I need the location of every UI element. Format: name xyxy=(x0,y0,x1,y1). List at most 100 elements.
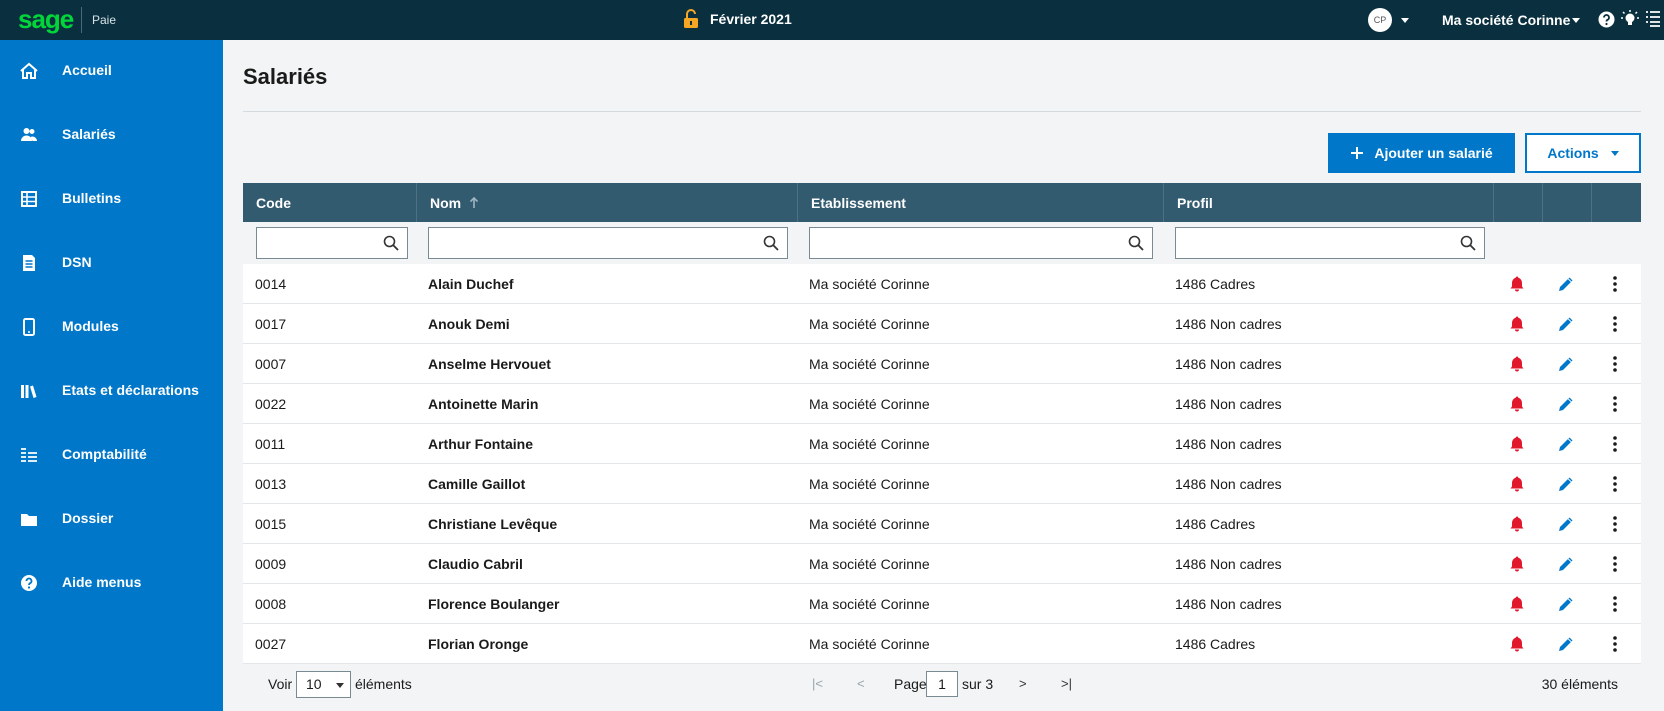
column-header-nom[interactable]: Nom xyxy=(417,183,798,222)
table-row[interactable]: 0014 Alain Duchef Ma société Corinne 1486 C… xyxy=(243,264,1641,304)
pencil-icon[interactable] xyxy=(1556,434,1576,454)
table-row[interactable]: 0017 Anouk Demi Ma société Corinne 1486 Non… xyxy=(243,304,1641,344)
sidebar-item-salaries[interactable]: Salariés xyxy=(0,114,223,154)
users-icon xyxy=(21,128,37,141)
page-size-select[interactable]: 10 xyxy=(296,671,351,698)
more-vertical-icon[interactable] xyxy=(1605,634,1625,654)
more-vertical-icon[interactable] xyxy=(1605,314,1625,334)
pencil-icon[interactable] xyxy=(1556,514,1576,534)
bell-icon[interactable] xyxy=(1507,274,1527,294)
last-page-button[interactable]: >| xyxy=(1061,676,1072,691)
cell-nom[interactable]: Florian Oronge xyxy=(428,624,528,664)
top-bar: sage Paie Février 2021 CP Ma société Cor… xyxy=(0,0,1664,40)
more-vertical-icon[interactable] xyxy=(1605,354,1625,374)
pencil-icon[interactable] xyxy=(1556,314,1576,334)
pencil-icon[interactable] xyxy=(1556,554,1576,574)
more-vertical-icon[interactable] xyxy=(1605,594,1625,614)
table-row[interactable]: 0022 Antoinette Marin Ma société Corinne 14… xyxy=(243,384,1641,424)
cell-nom[interactable]: Claudio Cabril xyxy=(428,544,523,584)
filter-code-input[interactable] xyxy=(257,228,377,258)
bell-icon[interactable] xyxy=(1507,594,1527,614)
cell-profil: 1486 Non cadres xyxy=(1175,596,1282,612)
search-icon[interactable] xyxy=(763,235,779,251)
more-vertical-icon[interactable] xyxy=(1605,394,1625,414)
table-row[interactable]: 0013 Camille Gaillot Ma société Corinne 148… xyxy=(243,464,1641,504)
sidebar-item-aide[interactable]: Aide menus xyxy=(0,562,223,602)
user-avatar[interactable]: CP xyxy=(1368,8,1392,32)
column-header-etablissement[interactable]: Etablissement xyxy=(798,183,1164,222)
bell-icon[interactable] xyxy=(1507,474,1527,494)
chevron-down-icon[interactable] xyxy=(1572,18,1580,23)
table-row[interactable]: 0007 Anselme Hervouet Ma société Corinne 14… xyxy=(243,344,1641,384)
more-vertical-icon[interactable] xyxy=(1605,474,1625,494)
tablet-icon xyxy=(23,318,35,336)
sidebar-item-dsn[interactable]: DSN xyxy=(0,242,223,282)
table-row[interactable]: 0027 Florian Oronge Ma société Corinne 1486… xyxy=(243,624,1641,664)
next-page-button[interactable]: > xyxy=(1019,676,1027,691)
table-row[interactable]: 0009 Claudio Cabril Ma société Corinne 1486… xyxy=(243,544,1641,584)
prev-page-button[interactable]: < xyxy=(857,676,865,691)
add-employee-label: Ajouter un salarié xyxy=(1374,145,1493,161)
bell-icon[interactable] xyxy=(1507,314,1527,334)
bell-icon[interactable] xyxy=(1507,554,1527,574)
cell-nom[interactable]: Arthur Fontaine xyxy=(428,424,533,464)
table-row[interactable]: 0008 Florence Boulanger Ma société Corinne… xyxy=(243,584,1641,624)
cell-nom[interactable]: Christiane Levêque xyxy=(428,504,557,544)
more-vertical-icon[interactable] xyxy=(1605,434,1625,454)
cell-nom[interactable]: Antoinette Marin xyxy=(428,384,538,424)
pencil-icon[interactable] xyxy=(1556,594,1576,614)
period-selector[interactable]: Février 2021 xyxy=(682,9,792,29)
more-vertical-icon[interactable] xyxy=(1605,554,1625,574)
search-icon[interactable] xyxy=(1128,235,1144,251)
lightbulb-icon[interactable] xyxy=(1621,10,1639,28)
cell-code: 0015 xyxy=(255,516,287,532)
actions-button[interactable]: Actions xyxy=(1525,133,1641,173)
pencil-icon[interactable] xyxy=(1556,474,1576,494)
bell-icon[interactable] xyxy=(1507,394,1527,414)
cell-etablissement: Ma société Corinne xyxy=(809,276,930,292)
column-header-code[interactable]: Code xyxy=(243,183,417,222)
cell-nom[interactable]: Anselme Hervouet xyxy=(428,344,551,384)
first-page-button[interactable]: |< xyxy=(812,676,823,691)
bell-icon[interactable] xyxy=(1507,514,1527,534)
pencil-icon[interactable] xyxy=(1556,354,1576,374)
bell-icon[interactable] xyxy=(1507,354,1527,374)
sidebar-item-etats[interactable]: Etats et déclarations xyxy=(0,370,223,410)
table-row[interactable]: 0015 Christiane Levêque Ma société Corinne… xyxy=(243,504,1641,544)
sidebar-item-accueil[interactable]: Accueil xyxy=(0,50,223,90)
sidebar-item-label: DSN xyxy=(62,254,92,270)
pencil-icon[interactable] xyxy=(1556,394,1576,414)
title-divider xyxy=(243,111,1641,112)
pencil-icon[interactable] xyxy=(1556,274,1576,294)
cell-etablissement: Ma société Corinne xyxy=(809,516,930,532)
sage-logo[interactable]: sage xyxy=(18,6,74,32)
list-icon[interactable] xyxy=(1645,10,1661,28)
add-employee-button[interactable]: Ajouter un salarié xyxy=(1328,133,1515,173)
table-row[interactable]: 0011 Arthur Fontaine Ma société Corinne 148… xyxy=(243,424,1641,464)
filter-nom-input[interactable] xyxy=(429,228,757,258)
chevron-down-icon[interactable] xyxy=(1401,18,1409,23)
cell-nom[interactable]: Alain Duchef xyxy=(428,264,514,304)
help-icon[interactable] xyxy=(1598,11,1615,28)
pencil-icon[interactable] xyxy=(1556,634,1576,654)
bell-icon[interactable] xyxy=(1507,434,1527,454)
column-header-profil[interactable]: Profil xyxy=(1164,183,1494,222)
more-vertical-icon[interactable] xyxy=(1605,514,1625,534)
sidebar-item-comptabilite[interactable]: Comptabilité xyxy=(0,434,223,474)
sidebar-item-bulletins[interactable]: Bulletins xyxy=(0,178,223,218)
column-header-edit xyxy=(1543,183,1592,222)
search-icon[interactable] xyxy=(383,235,399,251)
search-icon[interactable] xyxy=(1460,235,1476,251)
sidebar-item-dossier[interactable]: Dossier xyxy=(0,498,223,538)
cell-nom[interactable]: Anouk Demi xyxy=(428,304,510,344)
bell-icon[interactable] xyxy=(1507,634,1527,654)
page-number-input[interactable]: 1 xyxy=(926,671,958,697)
filter-profil-input[interactable] xyxy=(1176,228,1454,258)
sidebar-item-modules[interactable]: Modules xyxy=(0,306,223,346)
cell-nom[interactable]: Florence Boulanger xyxy=(428,584,559,624)
company-selector[interactable]: Ma société Corinne xyxy=(1442,12,1570,28)
filter-etablissement xyxy=(809,227,1153,259)
cell-nom[interactable]: Camille Gaillot xyxy=(428,464,525,504)
more-vertical-icon[interactable] xyxy=(1605,274,1625,294)
filter-etablissement-input[interactable] xyxy=(810,228,1122,258)
